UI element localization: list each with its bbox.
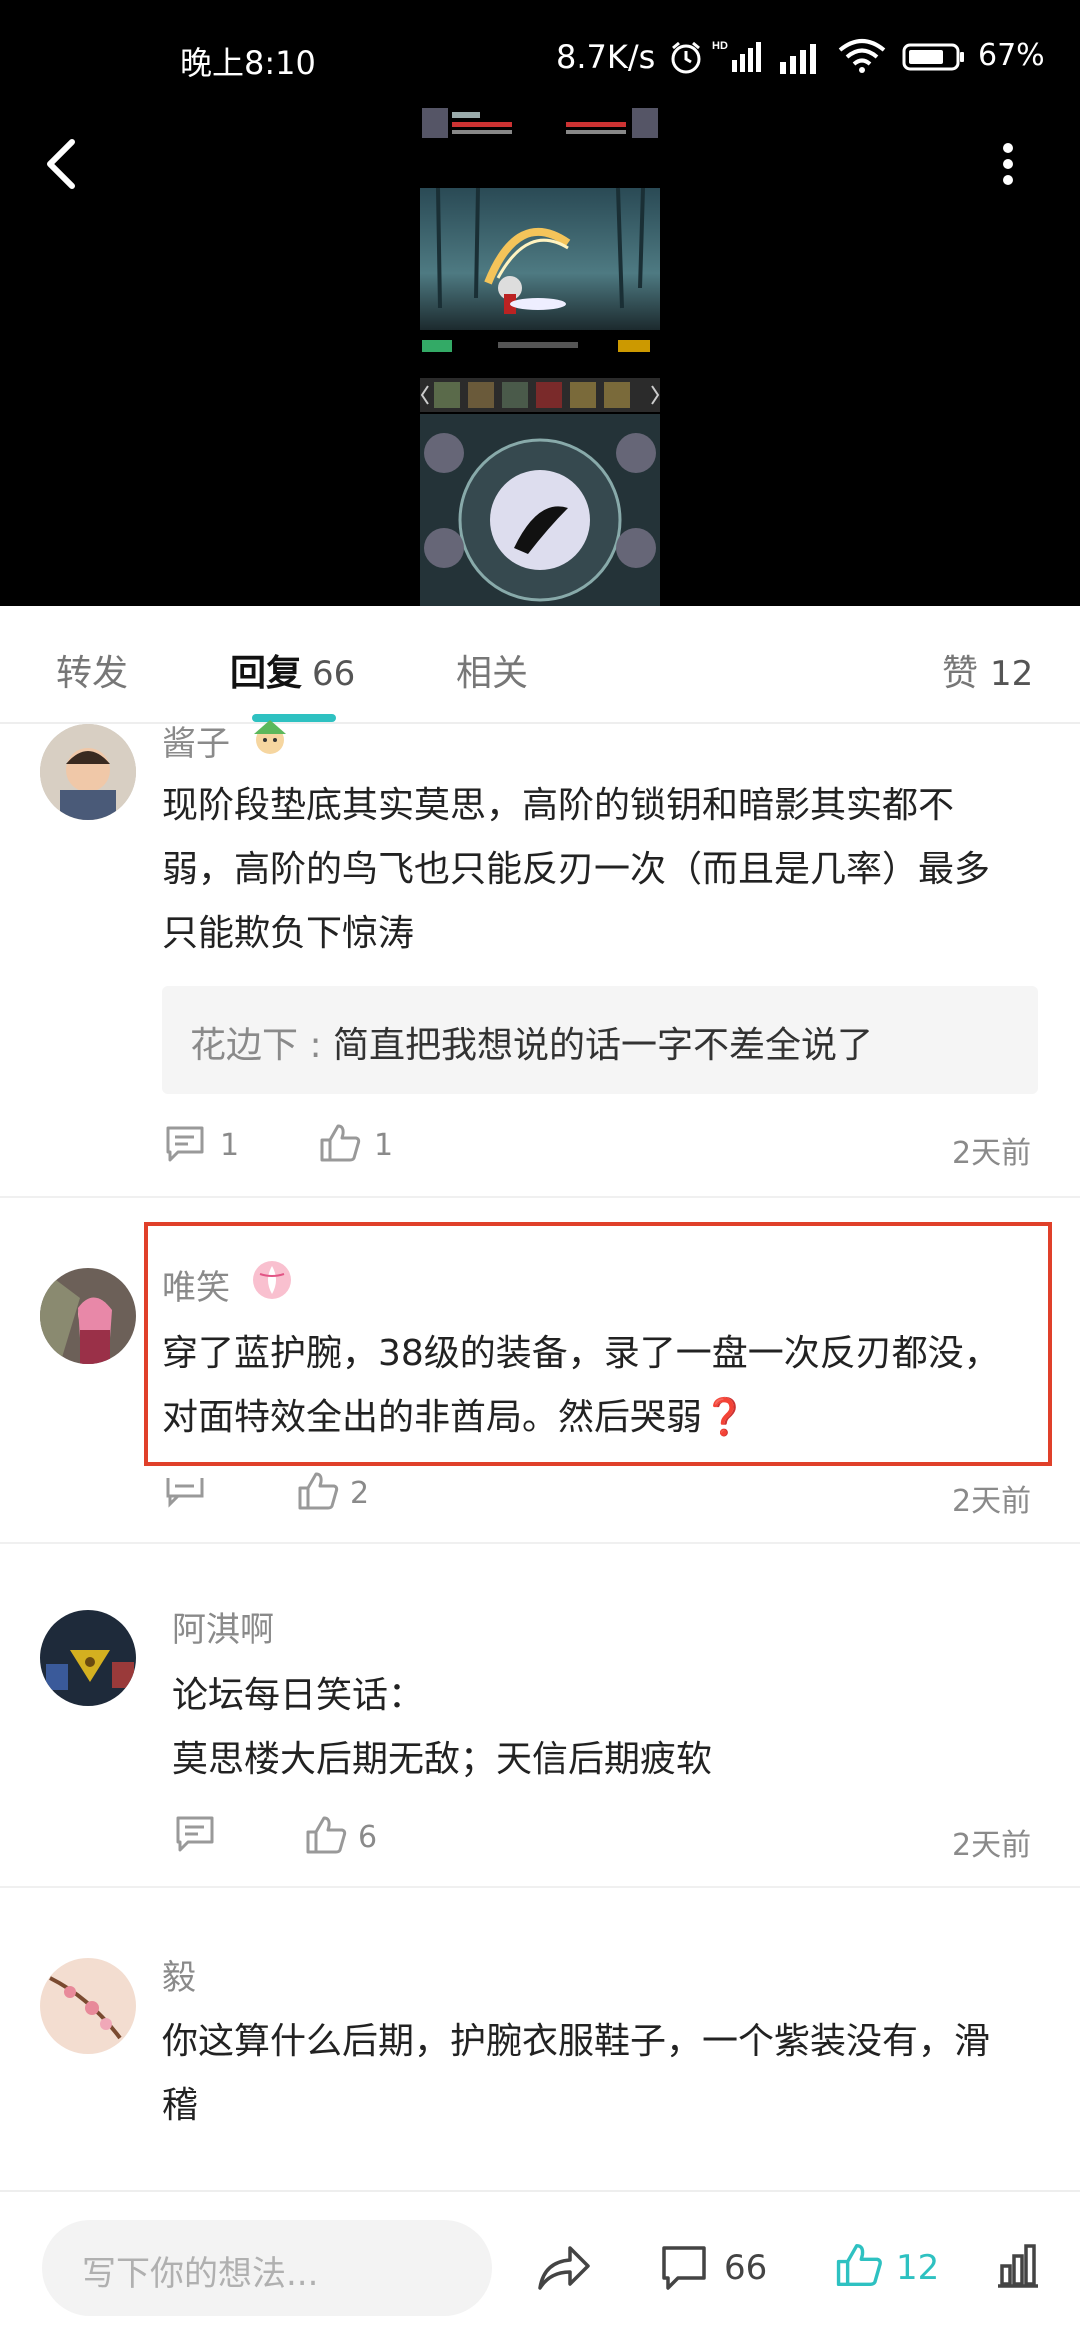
comment-text: 论坛每日笑话： 莫思楼大后期无敌；天信后期疲软	[172, 1664, 1052, 1792]
tab-reply-count: 66	[312, 654, 356, 694]
comment-line: 莫思楼大后期无敌；天信后期疲软	[172, 1739, 713, 1780]
tab-like-label: 赞	[942, 653, 979, 694]
stats-icon[interactable]	[994, 2242, 1042, 2294]
divider	[0, 1196, 1080, 1198]
status-net-speed: 8.7K/s	[556, 38, 656, 76]
back-icon[interactable]	[42, 136, 82, 196]
reply-preview[interactable]: 花边下 : 简直把我想说的话一字不差全说了	[162, 986, 1038, 1094]
comment-text: 现阶段垫底其实莫思，高阶的锁钥和暗影其实都不 弱，高阶的鸟飞也只能反刃一次（而且…	[162, 774, 1042, 966]
avatar[interactable]	[40, 724, 136, 820]
highlight-annotation-box	[144, 1222, 1052, 1466]
signal-icon	[778, 40, 828, 78]
comment-username[interactable]: 毅	[162, 1950, 196, 1999]
wifi-icon	[838, 38, 886, 78]
comment-username[interactable]: 阿淇啊	[172, 1602, 274, 1651]
tab-reply-label: 回复	[230, 653, 303, 694]
comment-time: 2天前	[952, 1828, 1032, 1863]
comment-input-placeholder: 写下你的想法...	[82, 2254, 319, 2294]
tab-like-count: 12	[990, 654, 1034, 694]
comment-line: 你这算什么后期，护腕衣服鞋子，一个紫装没有，滑	[162, 2021, 991, 2062]
like-count: 2	[350, 1476, 370, 1511]
svg-text:HD: HD	[712, 40, 728, 52]
like-count: 6	[358, 1820, 378, 1855]
comment-time: 2天前	[952, 1136, 1032, 1171]
thumbs-up-icon[interactable]	[318, 1122, 362, 1168]
comment-icon[interactable]	[164, 1124, 206, 1168]
tab-reply[interactable]: 回复 66	[230, 644, 355, 696]
tab-related[interactable]: 相关	[456, 644, 528, 696]
comment-line: 稽	[162, 2085, 199, 2126]
hd-signal-icon: HD	[712, 38, 764, 78]
comment-icon[interactable]	[174, 1814, 216, 1858]
thumbs-up-icon[interactable]	[834, 2240, 884, 2294]
tab-like[interactable]: 赞 12	[942, 644, 1033, 696]
comment-line: 论坛每日笑话：	[172, 1675, 425, 1716]
user-badge-icon	[248, 716, 292, 764]
battery-percent: 67%	[978, 38, 1045, 73]
more-options-icon[interactable]	[994, 140, 1022, 192]
comment-icon[interactable]	[164, 1478, 206, 1512]
comment-username[interactable]: 酱子	[162, 716, 230, 765]
reply-text: 简直把我想说的话一字不差全说了	[333, 1025, 874, 1066]
comment-line: 只能欺负下惊涛	[162, 913, 415, 954]
avatar[interactable]	[40, 1268, 136, 1364]
thumbs-up-icon[interactable]	[296, 1470, 340, 1516]
share-icon[interactable]	[536, 2242, 592, 2298]
bottom-like-count: 12	[896, 2248, 940, 2288]
divider	[0, 1542, 1080, 1544]
reply-line: 花边下 : 简直把我想说的话一字不差全说了	[190, 1016, 873, 1068]
thumbs-up-icon[interactable]	[304, 1814, 348, 1860]
comment-icon[interactable]	[660, 2244, 708, 2296]
avatar[interactable]	[40, 1610, 136, 1706]
comment-line: 弱，高阶的鸟飞也只能反刃一次（而且是几率）最多	[162, 849, 991, 890]
video-header: 晚上8:10 8.7K/s HD 67%	[0, 0, 1080, 606]
comment-input[interactable]: 写下你的想法...	[42, 2220, 492, 2316]
comment-line: 现阶段垫底其实莫思，高阶的锁钥和暗影其实都不	[162, 785, 955, 826]
tab-forward[interactable]: 转发	[56, 644, 128, 696]
status-time: 晚上8:10	[180, 44, 316, 82]
game-screenshot-image[interactable]	[418, 108, 662, 606]
reply-separator: :	[298, 1025, 334, 1066]
comment-text: 你这算什么后期，护腕衣服鞋子，一个紫装没有，滑 稽	[162, 2010, 1042, 2138]
divider	[0, 1886, 1080, 1888]
avatar[interactable]	[40, 1958, 136, 2054]
alarm-icon	[668, 40, 704, 80]
like-count: 1	[374, 1128, 394, 1163]
battery-icon	[902, 42, 966, 76]
reply-username: 花边下	[190, 1025, 299, 1066]
bottom-comment-count: 66	[724, 2248, 768, 2288]
comment-time: 2天前	[952, 1484, 1032, 1519]
comment-count: 1	[220, 1128, 240, 1163]
tab-bar: 转发 回复 66 相关 赞 12	[0, 606, 1080, 724]
